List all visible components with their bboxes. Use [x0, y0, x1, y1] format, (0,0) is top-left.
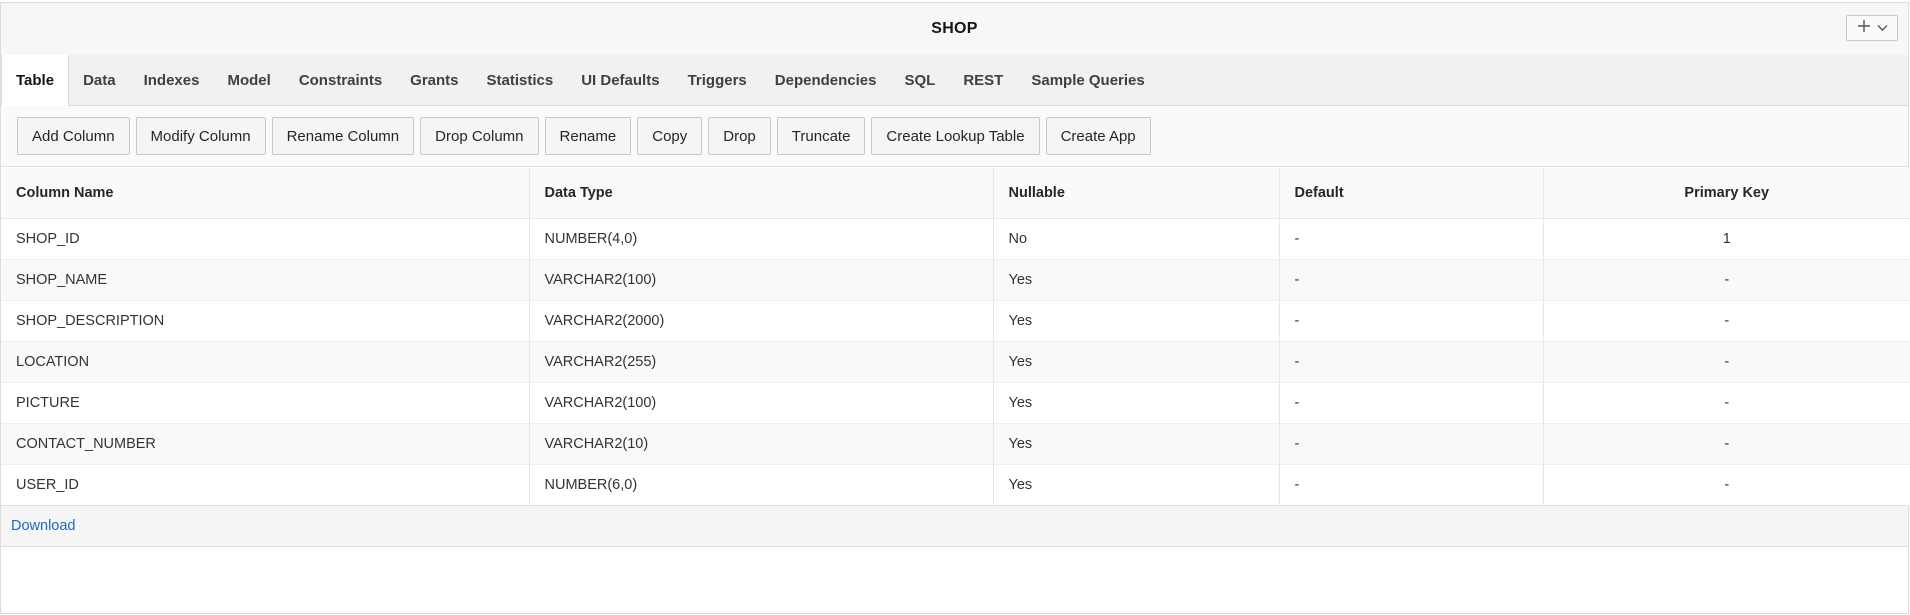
cell-data-type: VARCHAR2(255) — [529, 341, 994, 383]
table-row: PICTURE VARCHAR2(100) Yes - - — [1, 382, 1910, 424]
tab-model[interactable]: Model — [213, 55, 284, 105]
plus-icon — [1857, 19, 1871, 38]
cell-default: - — [1279, 259, 1544, 301]
cell-default: - — [1279, 423, 1544, 465]
tab-rest[interactable]: REST — [949, 55, 1017, 105]
cell-nullable: Yes — [993, 259, 1280, 301]
cell-primary-key: - — [1543, 423, 1910, 465]
table-row: LOCATION VARCHAR2(255) Yes - - — [1, 341, 1910, 383]
add-column-button[interactable]: Add Column — [17, 117, 130, 155]
cell-primary-key: - — [1543, 341, 1910, 383]
tab-constraints[interactable]: Constraints — [285, 55, 396, 105]
tab-table[interactable]: Table — [1, 55, 70, 106]
cell-data-type: VARCHAR2(100) — [529, 382, 994, 424]
column-header-data-type[interactable]: Data Type — [529, 168, 994, 219]
tab-statistics[interactable]: Statistics — [473, 55, 568, 105]
cell-primary-key: - — [1543, 259, 1910, 301]
download-link[interactable]: Download — [11, 518, 76, 534]
cell-data-type: NUMBER(6,0) — [529, 464, 994, 506]
cell-data-type: NUMBER(4,0) — [529, 218, 994, 260]
cell-data-type: VARCHAR2(100) — [529, 259, 994, 301]
column-header-default[interactable]: Default — [1279, 168, 1544, 219]
cell-default: - — [1279, 341, 1544, 383]
cell-column-name: LOCATION — [1, 341, 530, 383]
table-row: USER_ID NUMBER(6,0) Yes - - — [1, 464, 1910, 506]
cell-primary-key: 1 — [1543, 218, 1910, 260]
copy-button[interactable]: Copy — [637, 117, 703, 155]
cell-primary-key: - — [1543, 464, 1910, 506]
page-title: SHOP — [931, 20, 978, 37]
add-menu-button[interactable] — [1846, 15, 1898, 41]
table-row: CONTACT_NUMBER VARCHAR2(10) Yes - - — [1, 423, 1910, 465]
cell-nullable: No — [993, 218, 1280, 260]
cell-column-name: USER_ID — [1, 464, 530, 506]
columns-table: Column Name Data Type Nullable Default P… — [1, 168, 1910, 506]
cell-nullable: Yes — [993, 464, 1280, 506]
cell-nullable: Yes — [993, 300, 1280, 342]
title-bar: SHOP — [1, 3, 1908, 56]
truncate-button[interactable]: Truncate — [776, 117, 866, 155]
tab-ui-defaults[interactable]: UI Defaults — [567, 55, 673, 105]
cell-default: - — [1279, 464, 1544, 506]
chevron-down-icon — [1877, 19, 1888, 37]
cell-column-name: SHOP_ID — [1, 218, 530, 260]
modify-column-button[interactable]: Modify Column — [135, 117, 266, 155]
tab-bar: Table Data Indexes Model Constraints Gra… — [1, 55, 1908, 106]
column-header-nullable[interactable]: Nullable — [993, 168, 1280, 219]
cell-column-name: CONTACT_NUMBER — [1, 423, 530, 465]
tab-sql[interactable]: SQL — [890, 55, 949, 105]
tab-dependencies[interactable]: Dependencies — [761, 55, 891, 105]
drop-button[interactable]: Drop — [708, 117, 771, 155]
rename-button[interactable]: Rename — [544, 117, 632, 155]
tab-triggers[interactable]: Triggers — [674, 55, 761, 105]
cell-nullable: Yes — [993, 341, 1280, 383]
cell-nullable: Yes — [993, 423, 1280, 465]
cell-column-name: PICTURE — [1, 382, 530, 424]
cell-default: - — [1279, 300, 1544, 342]
cell-nullable: Yes — [993, 382, 1280, 424]
drop-column-button[interactable]: Drop Column — [420, 117, 539, 155]
column-header-primary-key[interactable]: Primary Key — [1543, 168, 1910, 219]
cell-column-name: SHOP_DESCRIPTION — [1, 300, 530, 342]
table-details-panel: SHOP Table Data Indexes Model Constraint… — [0, 2, 1910, 614]
tab-sample-queries[interactable]: Sample Queries — [1017, 55, 1158, 105]
table-header-row: Column Name Data Type Nullable Default P… — [1, 168, 1910, 219]
cell-default: - — [1279, 218, 1544, 260]
table-row: SHOP_DESCRIPTION VARCHAR2(2000) Yes - - — [1, 300, 1910, 342]
cell-primary-key: - — [1543, 382, 1910, 424]
table-row: SHOP_ID NUMBER(4,0) No - 1 — [1, 218, 1910, 260]
rename-column-button[interactable]: Rename Column — [271, 117, 415, 155]
tab-data[interactable]: Data — [69, 55, 130, 105]
create-lookup-table-button[interactable]: Create Lookup Table — [871, 117, 1040, 155]
column-header-column-name[interactable]: Column Name — [1, 168, 530, 219]
table-row: SHOP_NAME VARCHAR2(100) Yes - - — [1, 259, 1910, 301]
cell-data-type: VARCHAR2(10) — [529, 423, 994, 465]
create-app-button[interactable]: Create App — [1045, 117, 1151, 155]
tab-grants[interactable]: Grants — [396, 55, 472, 105]
tab-indexes[interactable]: Indexes — [130, 55, 214, 105]
toolbar: Add Column Modify Column Rename Column D… — [1, 106, 1908, 167]
cell-primary-key: - — [1543, 300, 1910, 342]
cell-column-name: SHOP_NAME — [1, 259, 530, 301]
table-footer: Download — [1, 505, 1908, 547]
cell-data-type: VARCHAR2(2000) — [529, 300, 994, 342]
cell-default: - — [1279, 382, 1544, 424]
